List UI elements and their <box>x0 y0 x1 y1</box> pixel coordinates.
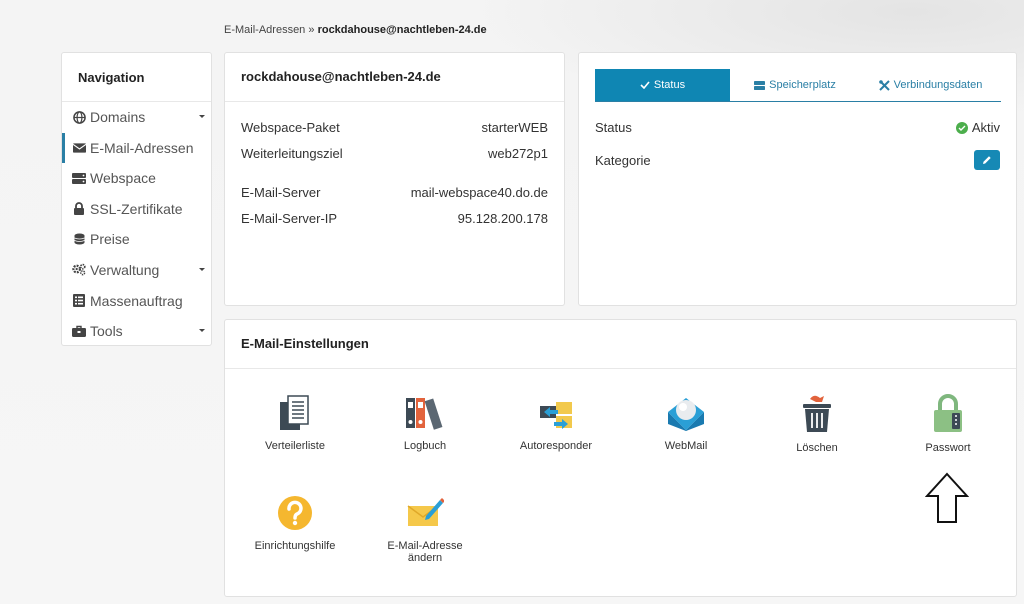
tile-label: WebMail <box>664 440 708 452</box>
nav-item-label: Domains <box>90 109 146 125</box>
check-circle-icon <box>955 121 968 134</box>
info-value: starterWEB <box>481 120 548 135</box>
tile-label: Verteilerliste <box>265 440 325 452</box>
nav-item-label: Webspace <box>90 170 156 187</box>
info-label: E-Mail-Server <box>241 185 321 200</box>
kategorie-label: Kategorie <box>595 152 651 168</box>
nav-item-label: Massenauftrag <box>90 292 183 309</box>
tab-label: Speicherplatz <box>769 79 836 91</box>
info-label: Webspace-Paket <box>241 120 340 135</box>
status-label: Status <box>595 120 632 135</box>
status-row: Status Aktiv <box>595 120 1000 135</box>
tab-speicherplatz[interactable]: Speicherplatz <box>730 69 860 101</box>
info-value: mail-webspace40.do.de <box>410 185 548 200</box>
nav-item-label: E-Mail-Adressen <box>90 139 194 156</box>
nav-item-label: SSL-Zertifikate <box>90 200 183 217</box>
tab-status[interactable]: Status <box>595 69 730 101</box>
caret-down-icon <box>199 329 205 333</box>
tile-verteilerliste[interactable]: Verteilerliste <box>235 394 355 452</box>
server-icon <box>72 163 86 193</box>
status-value: Aktiv <box>971 120 1000 135</box>
nav-item-label: Tools <box>90 323 123 340</box>
envelope-icon <box>72 133 86 163</box>
info-row: Webspace-Paket starterWEB <box>241 120 548 135</box>
tile-email-adresse-aendern[interactable]: E-Mail-Adresse ändern <box>365 494 485 564</box>
pencil-icon <box>983 156 991 164</box>
tile-label-line1: E-Mail-Adresse <box>387 540 463 552</box>
list-icon <box>72 286 86 316</box>
breadcrumb-parent[interactable]: E-Mail-Adressen <box>224 24 305 36</box>
tile-einrichtungshilfe[interactable]: Einrichtungshilfe <box>235 494 355 552</box>
tile-label: Einrichtungshilfe <box>254 540 336 552</box>
info-row: E-Mail-Server-IP 95.128.200.178 <box>241 211 548 226</box>
lock-icon <box>72 194 86 224</box>
help-icon <box>278 496 312 530</box>
tile-loeschen[interactable]: Löschen <box>757 394 877 454</box>
globe-icon <box>72 102 86 132</box>
nav-item-webspace[interactable]: Webspace <box>62 163 211 194</box>
caret-down-icon <box>199 115 205 118</box>
nav-item-label: Verwaltung <box>90 261 160 278</box>
arrow-up-annotation-icon <box>925 472 969 523</box>
coins-icon <box>72 224 86 254</box>
info-label: E-Mail-Server-IP <box>241 211 338 226</box>
email-settings-panel: E-Mail-Einstellungen Verteilerliste Logb… <box>224 319 1017 597</box>
binders-icon <box>406 398 443 430</box>
navigation-panel: Navigation Domains E-Mail-Adressen Websp… <box>61 52 212 346</box>
nav-item-tools[interactable]: Tools <box>62 316 211 347</box>
status-panel: Status Speicherplatz Verbindungsdaten St… <box>578 52 1017 306</box>
tile-label: Löschen <box>796 442 838 454</box>
tile-passwort[interactable]: Passwort <box>888 394 1008 454</box>
info-row: E-Mail-Server mail-webspace40.do.de <box>241 185 548 200</box>
tile-label: Autoresponder <box>519 440 593 452</box>
edit-kategorie-button[interactable] <box>974 150 1000 170</box>
info-label: Weiterleitungsziel <box>241 146 343 161</box>
edit-envelope-icon <box>407 498 444 526</box>
status-badge: Aktiv <box>955 120 1000 135</box>
toolbox-icon <box>72 316 86 346</box>
breadcrumb-separator: » <box>308 24 315 36</box>
navigation-title: Navigation <box>62 53 211 102</box>
tile-label-line2: ändern <box>407 552 443 564</box>
nav-item-ssl-zertifikate[interactable]: SSL-Zertifikate <box>62 194 211 225</box>
hdd-icon <box>754 80 766 90</box>
status-tabs: Status Speicherplatz Verbindungsdaten <box>595 69 1001 102</box>
tab-verbindungsdaten[interactable]: Verbindungsdaten <box>860 69 1001 101</box>
info-row: Weiterleitungsziel web272p1 <box>241 146 548 161</box>
nav-item-label: Preise <box>90 231 130 248</box>
webmail-icon <box>668 398 704 431</box>
nav-item-email-adressen[interactable]: E-Mail-Adressen <box>62 132 211 164</box>
distribution-list-icon <box>280 395 309 430</box>
info-value: 95.128.200.178 <box>457 211 548 226</box>
check-icon <box>640 81 650 89</box>
tile-label: Logbuch <box>403 440 447 452</box>
kategorie-row: Kategorie <box>595 150 1000 170</box>
info-value: web272p1 <box>488 146 548 161</box>
padlock-icon <box>934 394 962 432</box>
gears-icon <box>72 255 86 285</box>
tile-autoresponder[interactable]: Autoresponder <box>496 394 616 452</box>
account-title: rockdahouse@nachtleben-24.de <box>225 53 564 102</box>
tools-icon <box>878 79 890 91</box>
nav-item-verwaltung[interactable]: Verwaltung <box>62 255 211 286</box>
tab-label: Status <box>653 79 686 91</box>
caret-down-icon <box>199 267 205 271</box>
trash-icon <box>803 395 831 432</box>
nav-item-domains[interactable]: Domains <box>62 102 211 133</box>
nav-item-preise[interactable]: Preise <box>62 224 211 255</box>
tile-logbuch[interactable]: Logbuch <box>365 394 485 452</box>
settings-title: E-Mail-Einstellungen <box>225 320 1016 369</box>
tile-webmail[interactable]: WebMail <box>626 394 746 452</box>
breadcrumb: E-Mail-Adressen » rockdahouse@nachtleben… <box>224 24 487 36</box>
tile-label: Passwort <box>925 442 971 454</box>
autoresponder-icon <box>540 402 572 429</box>
tab-label: Verbindungsdaten <box>893 79 983 91</box>
account-panel: rockdahouse@nachtleben-24.de Webspace-Pa… <box>224 52 565 306</box>
nav-item-massenauftrag[interactable]: Massenauftrag <box>62 286 211 317</box>
breadcrumb-current: rockdahouse@nachtleben-24.de <box>317 24 487 36</box>
